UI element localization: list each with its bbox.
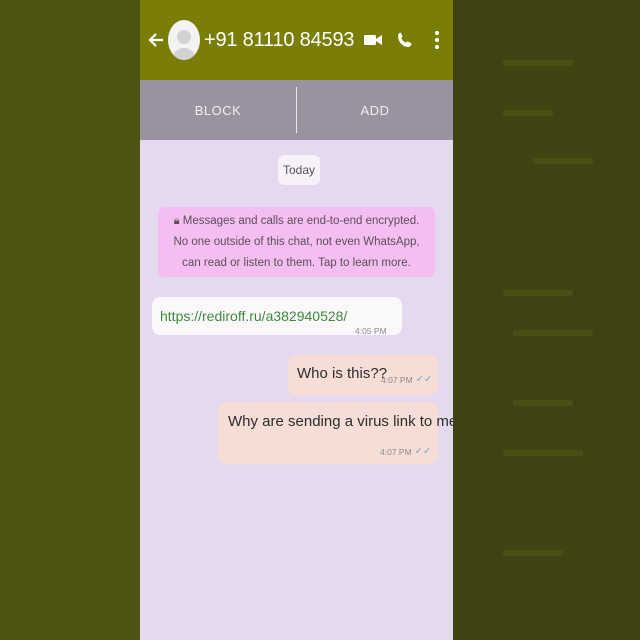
chat-screen: +91 81110 84593 BLOCK ADD Today 🔒︎ Messa…	[140, 0, 453, 640]
encryption-notice[interactable]: 🔒︎ Messages and calls are end-to-end enc…	[158, 207, 435, 277]
ghost-line	[513, 330, 593, 336]
message-text: Who is this??	[297, 365, 388, 382]
background-left	[0, 0, 140, 640]
phone-icon[interactable]	[389, 31, 421, 49]
ghost-line	[503, 550, 563, 556]
chat-header: +91 81110 84593	[140, 0, 453, 80]
double-check-icon: ✓✓	[415, 374, 433, 385]
message-time: 4:05 PM	[355, 326, 387, 336]
message-text: Why are sending a virus link to me?	[228, 413, 453, 430]
message-link[interactable]: https://rediroff.ru/a382940528/	[160, 308, 347, 324]
lock-icon: 🔒︎	[173, 215, 180, 227]
block-button[interactable]: BLOCK	[140, 103, 296, 118]
add-button[interactable]: ADD	[297, 103, 453, 118]
ghost-line	[513, 400, 573, 406]
outgoing-message: Who is this?? 4:07 PM ✓✓	[288, 355, 438, 395]
ghost-line	[503, 290, 573, 296]
message-time: 4:07 PM	[381, 374, 413, 385]
ghost-line	[503, 110, 553, 116]
video-call-icon[interactable]	[357, 32, 389, 48]
message-meta: 4:07 PM ✓✓	[380, 446, 431, 457]
ghost-line	[503, 60, 573, 66]
avatar-icon[interactable]	[168, 20, 200, 60]
ghost-line	[503, 450, 583, 456]
date-chip: Today	[278, 155, 320, 185]
more-vert-icon[interactable]	[421, 30, 453, 50]
encryption-notice-text: Messages and calls are end-to-end encryp…	[173, 215, 420, 269]
back-arrow-icon[interactable]	[144, 31, 168, 49]
background-right	[453, 0, 640, 640]
message-time: 4:07 PM	[380, 446, 412, 457]
message-meta: 4:07 PM ✓✓	[381, 374, 432, 385]
unknown-contact-bar: BLOCK ADD	[140, 80, 453, 140]
contact-name[interactable]: +91 81110 84593	[204, 29, 357, 52]
outgoing-message: Why are sending a virus link to me? 4:07…	[218, 402, 453, 464]
double-check-icon: ✓✓	[414, 446, 432, 457]
ghost-line	[533, 158, 593, 164]
